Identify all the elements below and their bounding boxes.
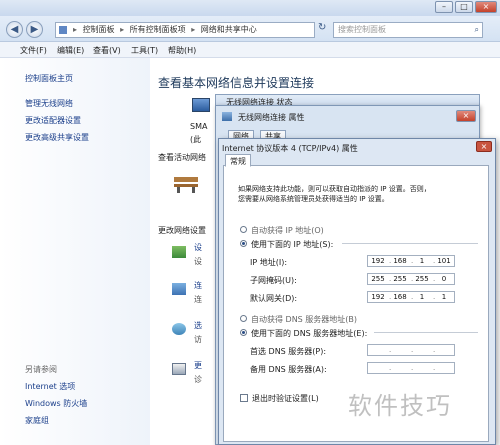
internet-options-link[interactable]: Internet 选项 (25, 381, 75, 392)
ipv4-close-button[interactable]: × (476, 141, 492, 152)
preferred-dns-field[interactable]: ... (367, 344, 455, 356)
properties-title: 无线网络连接 属性 (238, 113, 305, 122)
tab-general[interactable]: 常规 (225, 154, 251, 167)
windows-firewall-link[interactable]: Windows 防火墙 (25, 398, 87, 409)
description-line-1: 如果网络支持此功能，则可以获取自动指派的 IP 设置。否则， (238, 185, 431, 193)
breadcrumb-item[interactable]: 网络和共享中心 (201, 25, 257, 34)
manual-dns-label: 使用下面的 DNS 服务器地址(E): (251, 329, 368, 338)
validate-checkbox[interactable] (240, 394, 248, 402)
ip-octet-1: 192 (371, 257, 385, 265)
address-bar-area: ◀ ▶ ▸ 控制面板 ▸ 所有控制面板项 ▸ 网络和共享中心 ↻ 搜索控制面板 … (0, 16, 500, 42)
menu-edit[interactable]: 编辑(E) (57, 45, 84, 56)
ip-address-label: IP 地址(I): (250, 258, 288, 267)
gateway-octet-4: 1 (441, 293, 447, 301)
menu-file[interactable]: 文件(F) (20, 45, 47, 56)
menu-help[interactable]: 帮助(H) (168, 45, 196, 56)
left-pane: 控制面板主页 管理无线网络 更改适配器设置 更改高级共享设置 另请参阅 Inte… (0, 58, 150, 445)
maximize-button[interactable]: □ (455, 1, 473, 13)
address-bar[interactable]: ▸ 控制面板 ▸ 所有控制面板项 ▸ 网络和共享中心 (55, 22, 315, 38)
manual-ip-label: 使用下面的 IP 地址(S): (251, 240, 334, 249)
description-line-2: 您需要从网络系统管理员处获得适当的 IP 设置。 (238, 195, 389, 203)
alternate-dns-field[interactable]: ... (367, 362, 455, 374)
auto-dns-radio[interactable] (240, 315, 247, 322)
back-button[interactable]: ◀ (6, 21, 23, 38)
change-sharing-link[interactable]: 更改高级共享设置 (25, 132, 89, 143)
search-placeholder: 搜索控制面板 (338, 25, 386, 34)
close-button[interactable]: × (475, 1, 497, 13)
group-divider (342, 243, 478, 244)
breadcrumb-sep-icon: ▸ (120, 25, 125, 34)
breadcrumb-item[interactable]: 控制面板 (83, 25, 115, 34)
ip-octet-3: 1 (419, 257, 425, 265)
settings-row-link[interactable]: 选 (194, 320, 202, 331)
active-network-label: 查看活动网络 (158, 153, 206, 162)
search-input[interactable]: 搜索控制面板 ⌕ (333, 22, 483, 38)
breadcrumb-sep-icon: ▸ (73, 25, 78, 34)
troubleshoot-icon (172, 363, 186, 375)
group-divider (374, 332, 478, 333)
breadcrumb-item[interactable]: 所有控制面板项 (130, 25, 186, 34)
gateway-field[interactable]: 192. 168. 1. 1 (367, 291, 455, 303)
computer-name: SMA (190, 122, 208, 131)
watermark-text: 软件技巧 (348, 392, 452, 420)
subnet-mask-field[interactable]: 255. 255. 255. 0 (367, 273, 455, 285)
menu-tools[interactable]: 工具(T) (131, 45, 158, 56)
auto-dns-label: 自动获得 DNS 服务器地址(B) (251, 315, 358, 324)
auto-ip-label: 自动获得 IP 地址(O) (251, 226, 324, 235)
gateway-octet-1: 192 (371, 293, 385, 301)
settings-row-desc: 设 (194, 257, 202, 266)
ip-octet-2: 168 (393, 257, 407, 265)
ipv4-dialog-title: Internet 协议版本 4 (TCP/IPv4) 属性 (222, 144, 358, 153)
control-panel-icon (59, 26, 67, 34)
homegroup-link[interactable]: 家庭组 (25, 415, 49, 426)
computer-sub: (此 (190, 135, 202, 144)
menu-bar: 文件(F) 编辑(E) 查看(V) 工具(T) 帮助(H) (0, 42, 500, 58)
connect-network-icon (172, 283, 186, 295)
ip-octet-4: 101 (437, 257, 451, 265)
auto-ip-radio[interactable] (240, 226, 247, 233)
settings-row-link[interactable]: 更 (194, 360, 202, 371)
settings-row-link[interactable]: 连 (194, 280, 202, 291)
minimize-button[interactable]: – (435, 1, 453, 13)
gateway-label: 默认网关(D): (250, 294, 298, 303)
gateway-octet-3: 1 (419, 293, 425, 301)
mask-octet-4: 0 (441, 275, 447, 283)
preferred-dns-label: 首选 DNS 服务器(P): (250, 347, 327, 356)
ip-address-field[interactable]: 192. 168. 1. 101 (367, 255, 455, 267)
page-title: 查看基本网络信息并设置连接 (158, 76, 315, 90)
validate-label: 退出时验证设置(L) (252, 394, 319, 403)
breadcrumb-sep-icon: ▸ (191, 25, 196, 34)
change-adapter-link[interactable]: 更改适配器设置 (25, 115, 81, 126)
menu-view[interactable]: 查看(V) (93, 45, 121, 56)
manage-wireless-link[interactable]: 管理无线网络 (25, 98, 73, 109)
manual-dns-radio[interactable] (240, 329, 247, 336)
see-also-header: 另请参阅 (25, 365, 57, 374)
control-panel-home-link[interactable]: 控制面板主页 (25, 73, 73, 84)
search-icon: ⌕ (474, 25, 479, 34)
computer-icon (192, 98, 210, 112)
mask-octet-1: 255 (371, 275, 385, 283)
subnet-mask-label: 子网掩码(U): (250, 276, 297, 285)
forward-button[interactable]: ▶ (26, 21, 43, 38)
refresh-icon[interactable]: ↻ (318, 22, 330, 38)
gateway-octet-2: 168 (393, 293, 407, 301)
bench-icon (174, 173, 198, 193)
new-connection-icon (172, 246, 186, 258)
explorer-titlebar: – □ × (0, 0, 500, 16)
alternate-dns-label: 备用 DNS 服务器(A): (250, 365, 327, 374)
settings-row-desc: 诊 (194, 375, 202, 384)
mask-octet-3: 255 (415, 275, 429, 283)
settings-row-link[interactable]: 设 (194, 242, 202, 253)
manual-ip-radio[interactable] (240, 240, 247, 247)
settings-row-desc: 访 (194, 335, 202, 344)
settings-row-desc: 连 (194, 295, 202, 304)
mask-octet-2: 255 (393, 275, 407, 283)
network-adapter-icon (222, 112, 232, 121)
properties-close-button[interactable]: × (456, 110, 476, 122)
change-settings-label: 更改网络设置 (158, 226, 206, 235)
homegroup-icon (172, 323, 186, 335)
